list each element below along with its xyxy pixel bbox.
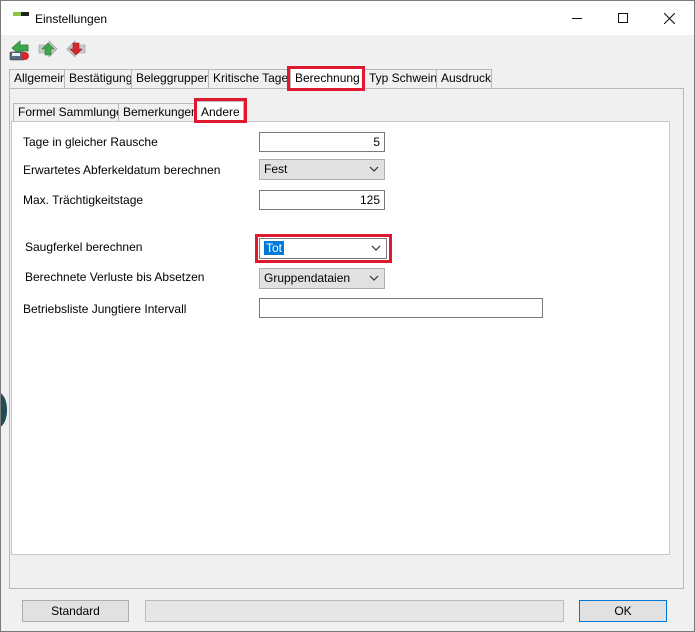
verluste-select[interactable]: Gruppendataien <box>259 268 385 289</box>
verluste-value: Gruppendataien <box>264 271 351 285</box>
progress-bar <box>145 600 564 622</box>
traechtigkeit-input[interactable]: 125 <box>259 190 385 210</box>
tab-beleggruppen[interactable]: Beleggruppen <box>131 69 211 88</box>
andere-panel <box>11 121 670 555</box>
chevron-down-icon <box>371 245 381 251</box>
app-logo-icon <box>13 12 29 20</box>
maximize-icon <box>618 13 628 23</box>
tab-typ-schwein[interactable]: Typ Schwein <box>364 69 437 88</box>
subtab-bemerkungen[interactable]: Bemerkungen <box>118 103 198 122</box>
window-title: Einstellungen <box>35 12 108 26</box>
save-icon[interactable] <box>7 38 33 62</box>
maximize-button[interactable] <box>600 1 646 35</box>
toolbar <box>7 38 89 62</box>
saugferkel-select[interactable]: Tot <box>259 238 387 259</box>
back-icon[interactable] <box>63 38 89 62</box>
ok-button[interactable]: OK <box>579 600 667 622</box>
footer-bar: Standard OK <box>1 591 694 631</box>
abferkeldatum-label: Erwartetes Abferkeldatum berechnen <box>23 163 221 177</box>
saugferkel-label: Saugferkel berechnen <box>25 240 143 254</box>
tab-bestaetigung[interactable]: Bestätigung <box>64 69 132 88</box>
close-button[interactable] <box>646 1 692 35</box>
chevron-down-icon <box>369 275 379 281</box>
settings-window: Einstellungen Allgemein Bestätigung Bele… <box>0 0 695 632</box>
standard-button[interactable]: Standard <box>22 600 129 622</box>
traechtigkeit-label: Max. Trächtigkeitstage <box>23 193 144 207</box>
tab-ausdruck[interactable]: Ausdruck <box>436 69 492 88</box>
tab-berechnung[interactable]: Berechnung <box>290 67 365 89</box>
tage-rausche-input[interactable]: 5 <box>259 132 385 152</box>
background-logo-fragment <box>1 385 9 435</box>
chevron-down-icon <box>369 166 379 172</box>
betriebsliste-label: Betriebsliste Jungtiere Intervall <box>23 302 187 316</box>
subtab-andere[interactable]: Andere <box>196 101 244 123</box>
abferkeldatum-value: Fest <box>264 162 288 176</box>
subtab-formel-sammlungen[interactable]: Formel Sammlungen <box>13 103 129 122</box>
minimize-icon <box>572 17 582 19</box>
tab-allgemein[interactable]: Allgemein <box>9 69 67 88</box>
abferkeldatum-select[interactable]: Fest <box>259 159 385 180</box>
verluste-label: Berechnete Verluste bis Absetzen <box>25 270 205 284</box>
title-bar: Einstellungen <box>1 1 694 35</box>
close-icon <box>663 12 675 24</box>
tage-rausche-label: Tage in gleicher Rausche <box>23 135 158 149</box>
saugferkel-value: Tot <box>264 241 285 255</box>
minimize-button[interactable] <box>554 1 600 35</box>
tab-kritische-tage[interactable]: Kritische Tage <box>208 69 289 88</box>
betriebsliste-input[interactable] <box>259 298 543 318</box>
forward-icon[interactable] <box>35 38 61 62</box>
